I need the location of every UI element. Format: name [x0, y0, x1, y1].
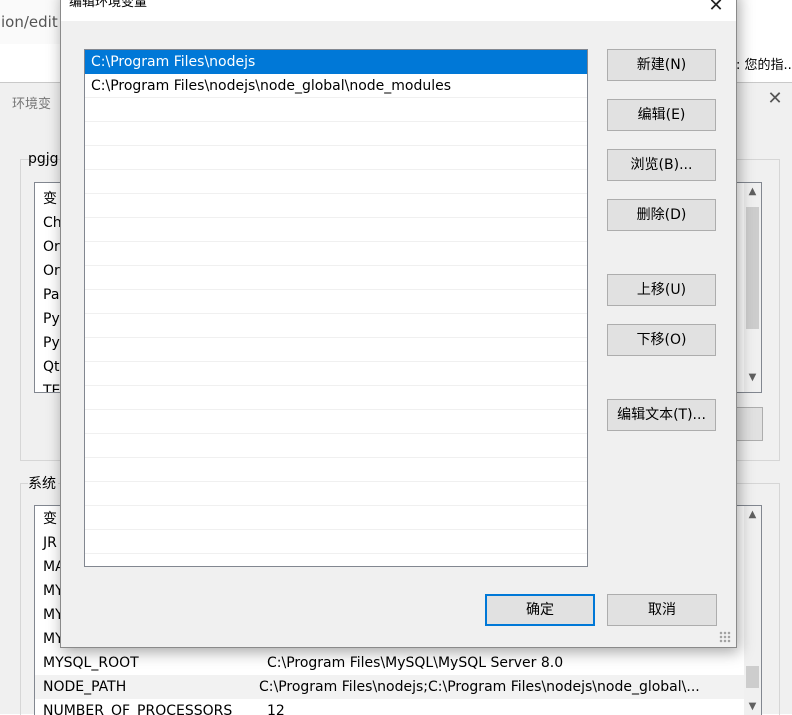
empty-row[interactable]: [85, 530, 587, 554]
scroll-up-icon[interactable]: ▲: [744, 506, 761, 523]
browse-button[interactable]: 浏览(B)...: [607, 149, 716, 181]
empty-row[interactable]: [85, 362, 587, 386]
user-var-row[interactable]: Qt: [43, 355, 60, 379]
browser-notice-fragment: : 您的指...: [736, 58, 792, 73]
empty-row[interactable]: [85, 314, 587, 338]
browser-url-fragment: ion/edit: [0, 0, 61, 44]
path-list[interactable]: C:\Program Files\nodejs C:\Program Files…: [84, 49, 588, 567]
ok-button[interactable]: 确定: [485, 594, 595, 626]
system-var-name: NODE_PATH: [43, 679, 127, 695]
user-variables-label: pgjg: [28, 151, 59, 167]
scroll-up-icon[interactable]: ▲: [744, 183, 761, 200]
empty-row[interactable]: [85, 146, 587, 170]
system-var-value: C:\Program Files\nodejs;C:\Program Files…: [259, 679, 700, 695]
empty-row[interactable]: [85, 242, 587, 266]
path-list-item[interactable]: C:\Program Files\nodejs\node_global\node…: [85, 74, 587, 98]
path-text: C:\Program Files\nodejs: [91, 54, 256, 70]
user-list-scrollbar[interactable]: ▲ ▼: [744, 183, 761, 392]
empty-row[interactable]: [85, 458, 587, 482]
system-variables-label: 系统: [28, 473, 58, 493]
move-up-button[interactable]: 上移(U): [607, 274, 716, 306]
user-var-row[interactable]: Ch: [43, 211, 62, 235]
empty-row[interactable]: [85, 434, 587, 458]
empty-row[interactable]: [85, 410, 587, 434]
system-var-row[interactable]: NODE_PATH C:\Program Files\nodejs;C:\Pro…: [35, 675, 747, 699]
system-var-name: 变: [43, 511, 57, 527]
user-var-row[interactable]: Py: [43, 331, 60, 355]
move-down-button[interactable]: 下移(O): [607, 324, 716, 356]
user-var-row[interactable]: TE: [43, 379, 60, 392]
env-dialog-close-icon[interactable]: ✕: [765, 89, 785, 109]
path-text: C:\Program Files\nodejs\node_global\node…: [91, 78, 452, 94]
system-var-row[interactable]: JR: [43, 531, 57, 555]
edit-button[interactable]: 编辑(E): [607, 99, 716, 131]
system-var-name: JR: [43, 535, 57, 551]
user-var-row[interactable]: Py: [43, 307, 60, 331]
edit-text-button[interactable]: 编辑文本(T)...: [607, 399, 716, 431]
system-var-name: NUMBER_OF_PROCESSORS: [43, 703, 233, 715]
empty-row[interactable]: [85, 98, 587, 122]
cancel-button[interactable]: 取消: [607, 594, 717, 626]
empty-row[interactable]: [85, 506, 587, 530]
delete-button[interactable]: 删除(D): [607, 199, 716, 231]
dialog-title: 编辑环境变量: [69, 0, 148, 10]
path-list-item[interactable]: C:\Program Files\nodejs: [85, 50, 587, 74]
system-var-name: MYSQL_ROOT: [43, 655, 139, 671]
dialog-titlebar[interactable]: 编辑环境变量 ✕: [61, 0, 736, 21]
scroll-down-icon[interactable]: ▼: [744, 698, 761, 715]
user-var-row[interactable]: Pa: [43, 283, 59, 307]
user-var-row[interactable]: Or: [43, 259, 60, 283]
empty-row[interactable]: [85, 194, 587, 218]
resize-grip-icon[interactable]: [719, 631, 731, 643]
empty-row[interactable]: [85, 170, 587, 194]
empty-row[interactable]: [85, 122, 587, 146]
empty-row[interactable]: [85, 266, 587, 290]
scroll-thumb[interactable]: [746, 666, 759, 688]
user-var-row[interactable]: 变: [43, 187, 57, 211]
user-variables-button-fragment[interactable]: [736, 407, 763, 441]
system-var-value: C:\Program Files\MySQL\MySQL Server 8.0: [267, 655, 564, 671]
user-var-row[interactable]: Or: [43, 235, 60, 259]
system-var-row[interactable]: 变: [43, 507, 57, 531]
empty-row[interactable]: [85, 482, 587, 506]
close-icon[interactable]: ✕: [701, 0, 731, 17]
env-dialog-title: 环境变: [12, 97, 52, 112]
system-list-scrollbar[interactable]: ▲ ▼: [744, 506, 761, 715]
scroll-thumb[interactable]: [746, 207, 759, 329]
empty-row[interactable]: [85, 338, 587, 362]
scroll-down-icon[interactable]: ▼: [744, 369, 761, 386]
empty-row[interactable]: [85, 290, 587, 314]
empty-row[interactable]: [85, 386, 587, 410]
edit-environment-variable-dialog: 编辑环境变量 ✕ C:\Program Files\nodejs C:\Prog…: [60, 0, 737, 648]
system-var-row[interactable]: MYSQL_ROOT C:\Program Files\MySQL\MySQL …: [43, 651, 563, 675]
new-button[interactable]: 新建(N): [607, 49, 716, 81]
empty-row[interactable]: [85, 218, 587, 242]
